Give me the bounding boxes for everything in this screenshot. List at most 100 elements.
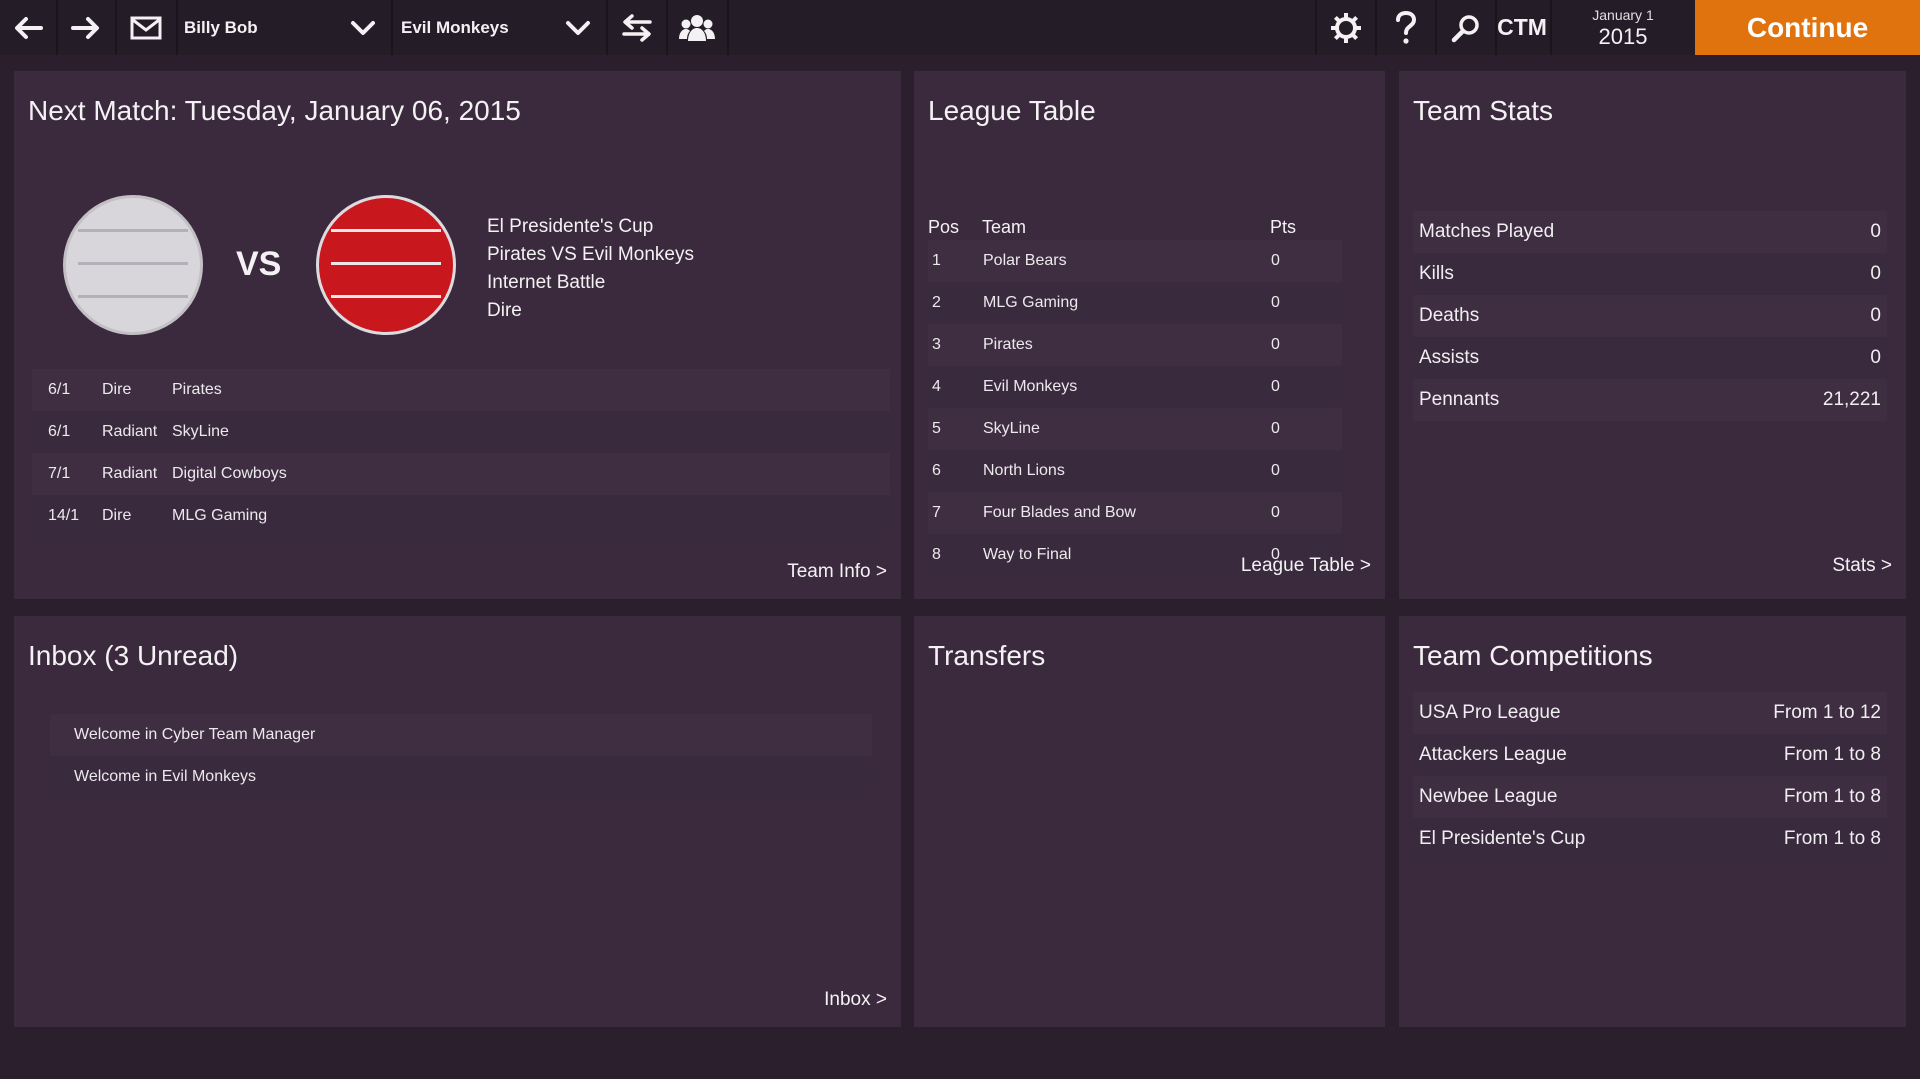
row-pts: 0 [1271, 504, 1280, 521]
table-row[interactable]: 1 Polar Bears 0 [928, 240, 1342, 282]
table-row[interactable]: 2 MLG Gaming 0 [928, 282, 1342, 324]
competitions-list: USA Pro League From 1 to 12 Attackers Lea… [1413, 692, 1887, 860]
row-pos: 7 [932, 504, 941, 521]
row-pos: 8 [932, 546, 941, 563]
fixture-opponent: Digital Cowboys [172, 465, 287, 482]
next-match-panel: Next Match: Tuesday, January 06, 2015 VS… [14, 71, 901, 599]
forward-button[interactable] [58, 0, 114, 55]
fixture-date: 7/1 [48, 465, 71, 482]
fixture-row[interactable]: 7/1 Radiant Digital Cowboys [32, 453, 890, 495]
ctm-button[interactable]: CTM [1497, 0, 1547, 55]
chevron-down-icon [566, 20, 590, 35]
table-row[interactable]: 3 Pirates 0 [928, 324, 1342, 366]
row-team: SkyLine [983, 420, 1040, 437]
vs-label: VS [236, 245, 282, 283]
row-pos: 4 [932, 378, 941, 395]
column-header-pos: Pos [928, 217, 960, 237]
row-team: Way to Final [983, 546, 1072, 563]
stat-row: Pennants 21,221 [1413, 379, 1887, 421]
settings-button[interactable] [1317, 0, 1374, 55]
stats-link[interactable]: Stats > [1832, 555, 1892, 577]
fixture-row[interactable]: 6/1 Radiant SkyLine [32, 411, 890, 453]
manager-dropdown-button[interactable] [336, 0, 390, 55]
search-button[interactable] [1437, 0, 1494, 55]
league-table-title: League Table [928, 95, 1096, 126]
fixture-row[interactable]: 14/1 Dire MLG Gaming [32, 495, 890, 537]
stat-label: Kills [1419, 263, 1454, 284]
continue-button[interactable]: Continue [1695, 0, 1920, 55]
team-stats-rows: Matches Played 0 Kills 0 Deaths 0 Assists 0 … [1413, 211, 1887, 421]
row-pts: 0 [1271, 336, 1280, 353]
inbox-message[interactable]: Welcome in Evil Monkeys [50, 756, 872, 798]
league-table-link[interactable]: League Table > [1241, 555, 1371, 577]
row-pos: 3 [932, 336, 941, 353]
inbox-link[interactable]: Inbox > [824, 989, 887, 1011]
date-day: January 1 [1592, 6, 1654, 23]
competition-row[interactable]: USA Pro League From 1 to 12 [1413, 692, 1887, 734]
table-row[interactable]: 7 Four Blades and Bow 0 [928, 492, 1342, 534]
fixture-date: 6/1 [48, 423, 71, 440]
fixture-side: Radiant [102, 465, 158, 482]
competition-range: From 1 to 8 [1783, 786, 1881, 807]
stat-value: 0 [1870, 347, 1881, 368]
home-team-crest[interactable] [63, 195, 203, 335]
search-icon [1451, 14, 1479, 42]
top-bar: Billy Bob Evil Monkeys CTM January 1 201… [0, 0, 1920, 55]
competition-range: From 1 to 8 [1783, 828, 1881, 849]
team-competitions-panel: Team Competitions USA Pro League From 1 t… [1399, 616, 1906, 1027]
transfer-button[interactable] [608, 0, 665, 55]
league-table-rows: 1 Polar Bears 0 2 MLG Gaming 0 3 Pirates 0 4 Ev… [928, 240, 1342, 576]
arrow-left-icon [14, 16, 43, 39]
row-team: North Lions [983, 462, 1065, 479]
stat-row: Deaths 0 [1413, 295, 1887, 337]
team-info-link[interactable]: Team Info > [787, 561, 887, 583]
team-name: Evil Monkeys [401, 17, 509, 37]
next-match-title: Next Match: Tuesday, January 06, 2015 [28, 95, 521, 126]
team-competitions-title: Team Competitions [1413, 640, 1653, 671]
stat-value: 21,221 [1822, 389, 1881, 410]
question-mark-icon [1395, 10, 1416, 44]
competition-name: El Presidente's Cup [1419, 828, 1586, 849]
row-pos: 1 [932, 252, 941, 269]
team-stats-title: Team Stats [1413, 95, 1554, 126]
competition-range: From 1 to 12 [1773, 702, 1881, 723]
help-button[interactable] [1377, 0, 1434, 55]
competition-name: Attackers League [1419, 744, 1567, 765]
gear-icon [1330, 12, 1361, 43]
mail-button[interactable] [117, 0, 175, 55]
swap-arrows-icon [621, 13, 652, 42]
match-teams: Pirates VS Evil Monkeys [487, 244, 694, 265]
table-row[interactable]: 6 North Lions 0 [928, 450, 1342, 492]
fixture-side: Dire [102, 381, 132, 398]
row-pts: 0 [1271, 378, 1280, 395]
away-team-crest[interactable] [316, 195, 456, 335]
league-table-panel: League Table Pos Team Pts 1 Polar Bears 0 … [914, 71, 1385, 599]
row-pts: 0 [1271, 252, 1280, 269]
table-row[interactable]: 4 Evil Monkeys 0 [928, 366, 1342, 408]
stat-value: 0 [1870, 263, 1881, 284]
fixture-row[interactable]: 6/1 Dire Pirates [32, 369, 890, 411]
fixture-opponent: SkyLine [172, 423, 229, 440]
inbox-message[interactable]: Welcome in Cyber Team Manager [50, 714, 872, 756]
competition-row[interactable]: Attackers League From 1 to 8 [1413, 734, 1887, 776]
stat-label: Deaths [1419, 305, 1480, 326]
squad-button[interactable] [668, 0, 726, 55]
fixture-opponent: MLG Gaming [172, 507, 268, 524]
row-pts: 0 [1271, 420, 1280, 437]
arrow-right-icon [71, 16, 99, 39]
team-people-icon [679, 14, 715, 41]
match-venue: Internet Battle [487, 272, 606, 293]
competition-row[interactable]: El Presidente's Cup From 1 to 8 [1413, 818, 1887, 860]
competition-name: USA Pro League [1419, 702, 1561, 723]
match-info: El Presidente's Cup Pirates VS Evil Monk… [487, 213, 694, 325]
team-selector[interactable]: Evil Monkeys [393, 0, 547, 55]
stat-row: Kills 0 [1413, 253, 1887, 295]
stat-value: 0 [1870, 221, 1881, 242]
back-button[interactable] [0, 0, 55, 55]
table-row[interactable]: 5 SkyLine 0 [928, 408, 1342, 450]
competition-row[interactable]: Newbee League From 1 to 8 [1413, 776, 1887, 818]
transfers-title: Transfers [928, 640, 1046, 671]
match-side: Dire [487, 300, 522, 321]
team-dropdown-button[interactable] [551, 0, 605, 55]
manager-selector[interactable]: Billy Bob [178, 0, 332, 55]
